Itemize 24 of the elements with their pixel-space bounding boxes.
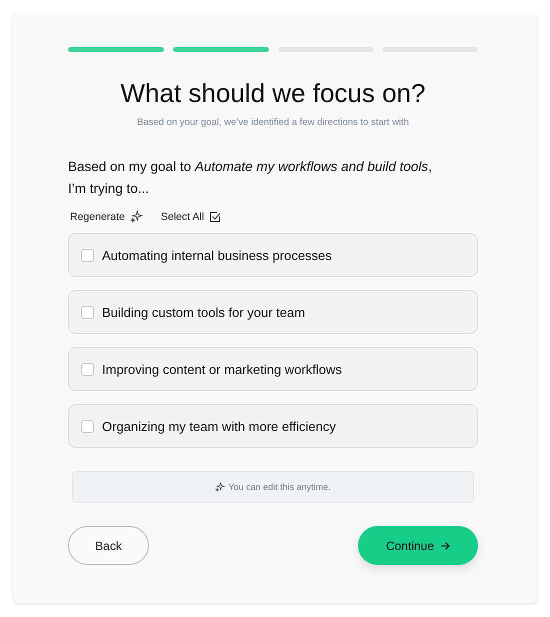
subtitle: Based on your goal, we’ve identified a few directions to start with — [136, 117, 410, 128]
continue-button[interactable]: Continue — [358, 526, 478, 565]
sparkle-icon — [130, 210, 143, 223]
select-all-button[interactable]: Select All — [160, 210, 222, 223]
option-label: Automating internal business processes — [102, 248, 332, 262]
option-label: Building custom tools for your team — [102, 304, 306, 320]
option-row[interactable]: Organizing my team with more efficiency — [68, 404, 478, 448]
regenerate-button[interactable]: Regenerate — [70, 210, 143, 223]
checkbox[interactable] — [81, 362, 94, 376]
option-label: Improving content or marketing workflows — [102, 362, 342, 376]
option-row[interactable]: Building custom tools for your team — [68, 290, 478, 334]
option-row[interactable]: Improving content or marketing workflows — [68, 347, 478, 391]
option-label: Organizing my team with more efficiency — [102, 418, 336, 434]
page-title: What should we focus on? — [120, 78, 426, 109]
info-text: You can edit this anytime. — [228, 482, 331, 492]
sparkle-icon — [215, 482, 226, 492]
checkbox[interactable] — [81, 248, 94, 262]
back-button[interactable]: Back — [68, 526, 149, 565]
goal-prompt: Based on my goal to Automate my workflows and build tools, I’m trying to... — [68, 158, 433, 198]
checkbox[interactable] — [81, 420, 94, 432]
checkbox-icon — [209, 210, 222, 222]
checkbox[interactable] — [81, 306, 94, 318]
arrow-icon — [440, 540, 450, 550]
option-row[interactable]: Automating internal business processes — [68, 233, 478, 277]
